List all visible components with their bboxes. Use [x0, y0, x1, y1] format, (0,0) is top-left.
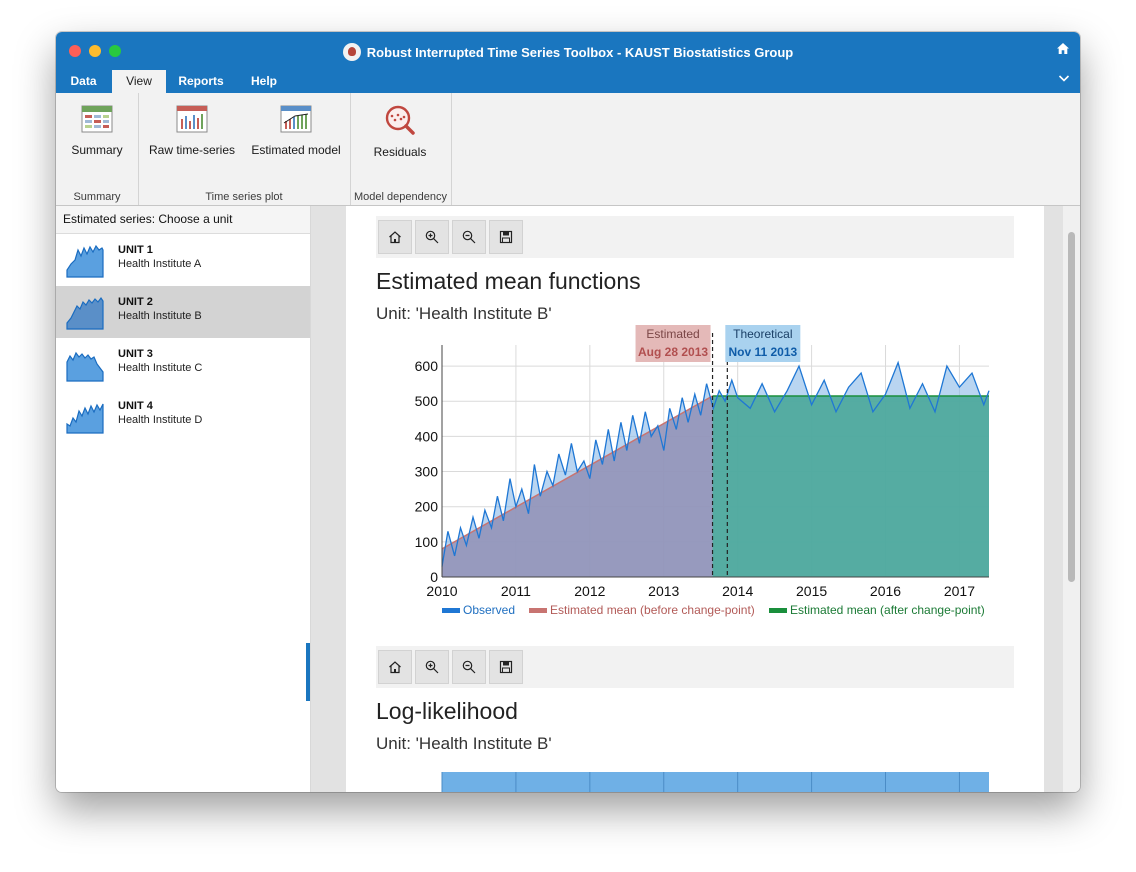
legend-label: Estimated mean (before change-point) [550, 603, 755, 617]
after-mean-area [712, 395, 989, 577]
unit-sparkline-icon [66, 244, 104, 278]
unit-name: UNIT 3 [118, 348, 153, 360]
raw-series-chart-icon [176, 105, 208, 133]
unit-institute: Health Institute A [118, 258, 202, 270]
estimated-mean-chart: 2010 2011 2012 2013 2014 2015 2016 2017 0 100 200 3… [415, 325, 990, 617]
tab-data[interactable]: Data [56, 70, 111, 93]
save-icon[interactable] [489, 220, 523, 254]
ribbon-tab-bar: Data View Reports Help [56, 70, 1080, 93]
unit-name: UNIT 4 [118, 400, 153, 412]
unit-institute: Health Institute B [118, 310, 202, 322]
plot2-subtitle: Unit: 'Health Institute B' [376, 734, 552, 753]
zoom-out-icon[interactable] [452, 650, 486, 684]
y-tick-label: 600 [415, 358, 439, 374]
change-point-date: Nov 11 2013 [728, 345, 797, 359]
save-icon[interactable] [489, 650, 523, 684]
plot1-title: Estimated mean functions [376, 268, 641, 294]
legend-swatch [769, 608, 787, 613]
vertical-scrollbar[interactable] [1063, 206, 1080, 792]
ribbon-group-model-dependency-label: Model dependency [354, 191, 447, 203]
home-icon[interactable] [378, 650, 412, 684]
unit-list-item-1[interactable]: UNIT 1 Health Institute A [56, 234, 310, 286]
y-tick-label: 500 [415, 393, 439, 409]
ribbon-group-summary-label: Summary [73, 191, 121, 203]
summary-button-label: Summary [71, 143, 123, 157]
scrollbar-thumb[interactable] [1068, 232, 1075, 582]
log-likelihood-plot-area [442, 772, 989, 792]
ribbon-group-time-series-plot-label: Time series plot [205, 191, 283, 203]
unit-list-item-2[interactable]: UNIT 2 Health Institute B [56, 286, 310, 338]
legend-swatch [442, 608, 460, 613]
plot2-title: Log-likelihood [376, 698, 518, 724]
ribbon-group-model-dependency: Residuals Model dependency [350, 93, 452, 205]
zoom-in-icon[interactable] [415, 650, 449, 684]
plot1-toolbar [376, 216, 1014, 258]
estimated-model-button[interactable]: Estimated model [244, 105, 348, 157]
legend-label: Estimated mean (after change-point) [790, 603, 985, 617]
unit-institute: Health Institute C [118, 362, 203, 374]
unit-institute: Health Institute D [118, 414, 203, 426]
x-tick-label: 2011 [501, 583, 531, 599]
home-icon[interactable] [378, 220, 412, 254]
residuals-magnifier-icon [385, 105, 415, 135]
y-tick-label: 200 [415, 499, 439, 515]
window-title: Robust Interrupted Time Series Toolbox -… [56, 43, 1080, 61]
estimated-model-chart-icon [280, 105, 312, 133]
unit-name: UNIT 2 [118, 296, 153, 308]
summary-table-icon [81, 105, 113, 133]
ribbon-group-summary: Summary Summary [56, 93, 139, 205]
y-tick-label: 400 [415, 428, 439, 444]
x-tick-label: 2013 [648, 583, 679, 599]
x-tick-label: 2012 [574, 583, 605, 599]
ribbon-panel: Summary Summary Raw time-series Estimate… [56, 93, 1080, 206]
unit-sparkline-icon [66, 403, 104, 434]
x-tick-label: 2017 [944, 583, 975, 599]
residuals-label: Residuals [373, 145, 427, 159]
unit-list-item-4[interactable]: UNIT 4 Health Institute D [56, 390, 310, 442]
change-point-label: Estimated [646, 327, 699, 341]
app-logo-icon [342, 43, 361, 61]
plot1-subtitle: Unit: 'Health Institute B' [376, 304, 552, 323]
y-tick-label: 100 [415, 534, 439, 550]
chevron-down-icon[interactable] [1058, 72, 1070, 86]
unit-sparkline-icon [66, 351, 104, 382]
ribbon-group-time-series-plot: Raw time-series Estimated model Time ser… [138, 93, 351, 205]
zoom-in-icon[interactable] [415, 220, 449, 254]
x-tick-label: 2014 [722, 583, 753, 599]
home-icon[interactable] [1056, 42, 1070, 58]
title-bar: Robust Interrupted Time Series Toolbox -… [56, 32, 1080, 70]
x-tick-label: 2015 [796, 583, 827, 599]
unit-name: UNIT 1 [118, 244, 153, 256]
zoom-out-icon[interactable] [452, 220, 486, 254]
tab-reports[interactable]: Reports [168, 70, 234, 93]
unit-list-panel: Estimated series: Choose a unit UNIT 1 H… [56, 206, 311, 792]
tab-help[interactable]: Help [236, 70, 292, 93]
unit-list-item-3[interactable]: UNIT 3 Health Institute C [56, 338, 310, 390]
estimated-model-label: Estimated model [251, 143, 341, 157]
legend-swatch [529, 608, 547, 613]
x-tick-label: 2016 [870, 583, 901, 599]
tab-view[interactable]: View [112, 70, 166, 93]
x-tick-label: 2010 [426, 583, 457, 599]
change-point-label: Theoretical [733, 327, 792, 341]
window-title-text: Robust Interrupted Time Series Toolbox -… [366, 45, 794, 60]
plot2-toolbar [376, 646, 1014, 688]
app-window: Robust Interrupted Time Series Toolbox -… [56, 32, 1080, 792]
log-likelihood-chart [441, 772, 989, 792]
plot-page: Estimated mean functions Unit: 'Health I… [346, 206, 1044, 792]
residuals-button[interactable]: Residuals [350, 105, 450, 159]
y-tick-label: 300 [415, 464, 439, 480]
y-tick-label: 0 [430, 569, 438, 585]
splitter-handle[interactable] [306, 643, 310, 701]
raw-time-series-label: Raw time-series [148, 143, 235, 157]
unit-list-header: Estimated series: Choose a unit [56, 206, 310, 234]
summary-button[interactable]: Summary [56, 105, 138, 157]
legend-label: Observed [463, 603, 515, 617]
raw-time-series-button[interactable]: Raw time-series [142, 105, 242, 157]
unit-sparkline-icon [66, 296, 104, 330]
change-point-date: Aug 28 2013 [638, 345, 708, 359]
